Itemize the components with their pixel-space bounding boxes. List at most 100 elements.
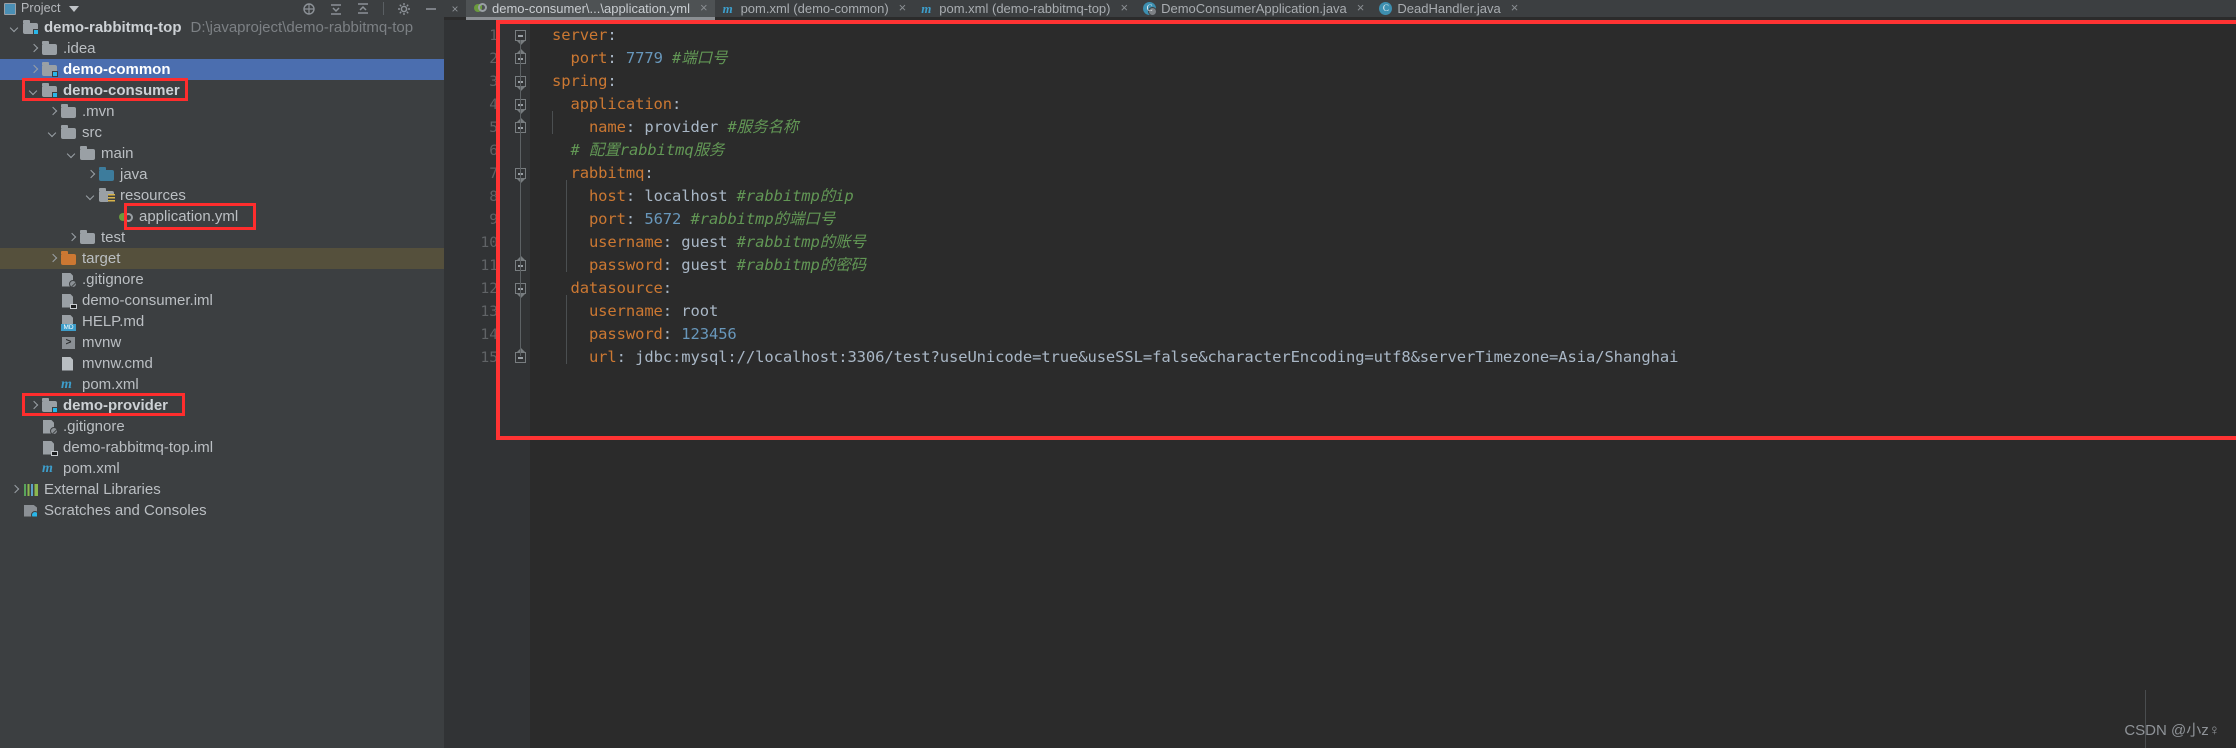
code-token: provider — [644, 118, 719, 136]
chevron-down-icon[interactable] — [27, 84, 40, 97]
tree-item-demo-rabbitmq-top-iml[interactable]: demo-rabbitmq-top.iml — [0, 437, 444, 458]
close-icon[interactable]: × — [1357, 0, 1365, 15]
editor-tab-1[interactable]: demo-consumer\...\application.yml × — [466, 0, 715, 17]
tree-item-label: .gitignore — [63, 418, 125, 435]
tree-item-java[interactable]: java — [0, 164, 444, 185]
tree-item-demo-consumer-iml[interactable]: demo-consumer.iml — [0, 290, 444, 311]
tree-item-pom-xml[interactable]: m pom.xml — [0, 374, 444, 395]
chevron-down-icon[interactable] — [84, 189, 97, 202]
tree-item-demo-provider[interactable]: demo-provider — [0, 395, 444, 416]
gear-icon[interactable] — [397, 2, 411, 16]
code-line-14[interactable]: password: 123456 — [552, 323, 737, 346]
tree-item-mvnw-cmd[interactable]: mvnw.cmd — [0, 353, 444, 374]
tree-item-pom-xml[interactable]: m pom.xml — [0, 458, 444, 479]
tree-item-test[interactable]: test — [0, 227, 444, 248]
chevron-right-icon[interactable] — [65, 231, 78, 244]
maven-file-icon: m — [61, 376, 72, 392]
code-line-7[interactable]: rabbitmq: — [552, 162, 654, 185]
tree-item-demo-consumer[interactable]: demo-consumer — [0, 80, 444, 101]
tree-item-idea[interactable]: .idea — [0, 38, 444, 59]
chevron-right-icon[interactable] — [84, 168, 97, 181]
tree-item-src[interactable]: src — [0, 122, 444, 143]
code-content[interactable]: server: port: 7779 #端口号 spring: applicati… — [530, 20, 2236, 748]
code-line-1[interactable]: server: — [552, 24, 617, 47]
tree-item-label: pom.xml — [63, 460, 120, 477]
expand-all-icon[interactable] — [356, 2, 370, 16]
tree-item-main[interactable]: main — [0, 143, 444, 164]
code-line-15[interactable]: url: jdbc:mysql://localhost:3306/test?us… — [552, 346, 1678, 369]
code-line-2[interactable]: port: 7779 #端口号 — [552, 47, 727, 70]
tree-item-scratches-and-consoles[interactable]: Scratches and Consoles — [0, 500, 444, 521]
locate-icon[interactable] — [302, 2, 316, 16]
code-line-8[interactable]: host: localhost #rabbitmp的ip — [552, 185, 854, 208]
code-editor[interactable]: 1 2 3 4 5 6 7 8 9 10 11 12 13 14 15 server: port: 7779… — [444, 20, 2236, 748]
tree-item-demo-rabbitmq-top[interactable]: demo-rabbitmq-top D:\javaproject\demo-rab… — [0, 17, 444, 38]
code-token: : — [607, 49, 626, 67]
chevron-right-icon[interactable] — [46, 105, 59, 118]
code-token: : — [625, 118, 645, 136]
code-line-10[interactable]: username: guest #rabbitmp的账号 — [552, 231, 866, 254]
chevron-down-icon[interactable] — [65, 147, 78, 160]
close-icon[interactable]: × — [1511, 0, 1519, 15]
code-token: username — [588, 302, 663, 320]
project-tree[interactable]: demo-rabbitmq-top D:\javaproject\demo-rab… — [0, 17, 444, 748]
editor-area: × demo-consumer\...\application.yml × m pom… — [444, 0, 2236, 748]
tree-item-help-md[interactable]: MD HELP.md — [0, 311, 444, 332]
code-folding-strip[interactable] — [508, 20, 530, 748]
close-icon[interactable]: × — [1120, 0, 1128, 15]
chevron-down-icon[interactable] — [8, 21, 21, 34]
tree-item-resources[interactable]: resources — [0, 185, 444, 206]
close-icon[interactable]: × — [899, 0, 907, 15]
module-folder-icon — [42, 398, 58, 414]
editor-tab-5[interactable]: DeadHandler.java × — [1371, 0, 1525, 17]
chevron-right-icon[interactable] — [46, 252, 59, 265]
chevron-right-icon[interactable] — [27, 42, 40, 55]
chevron-right-icon[interactable] — [27, 399, 40, 412]
code-line-5[interactable]: name: provider #服务名称 — [552, 116, 798, 139]
chevron-down-icon[interactable] — [68, 5, 79, 12]
scratches-icon — [23, 503, 39, 519]
chevron-right-icon[interactable] — [27, 63, 40, 76]
close-icon[interactable]: × — [444, 0, 466, 17]
code-token: : — [662, 279, 673, 297]
tree-item-gitignore[interactable]: .gitignore — [0, 416, 444, 437]
code-line-9[interactable]: port: 5672 #rabbitmp的端口号 — [552, 208, 835, 231]
editor-tab-2[interactable]: m pom.xml (demo-common) × — [715, 0, 914, 17]
code-line-12[interactable]: datasource: — [552, 277, 672, 300]
code-token: : — [644, 164, 654, 182]
tree-item-label: src — [82, 124, 102, 141]
tree-item-gitignore[interactable]: .gitignore — [0, 269, 444, 290]
line-number: 5 — [489, 120, 498, 136]
chevron-down-icon[interactable] — [46, 126, 59, 139]
line-number: 11 — [480, 258, 498, 274]
tree-item-application-yml[interactable]: application.yml — [0, 206, 444, 227]
chevron-right-icon[interactable] — [8, 483, 21, 496]
tree-item-external-libraries[interactable]: External Libraries — [0, 479, 444, 500]
code-token: : — [607, 72, 617, 90]
tree-item-label: demo-consumer.iml — [82, 292, 213, 309]
tree-item-target[interactable]: target — [0, 248, 444, 269]
editor-tab-4[interactable]: DemoConsumerApplication.java × — [1135, 0, 1371, 17]
minimize-icon[interactable] — [424, 2, 438, 16]
code-token: : — [616, 348, 636, 366]
tree-item-mvn[interactable]: .mvn — [0, 101, 444, 122]
editor-tab-bar[interactable]: × demo-consumer\...\application.yml × m pom… — [444, 0, 2236, 17]
code-token: #rabbitmp的账号 — [736, 233, 866, 251]
tree-item-demo-common[interactable]: demo-common — [0, 59, 444, 80]
tree-item-mvnw[interactable]: > mvnw — [0, 332, 444, 353]
collapse-all-icon[interactable] — [329, 2, 343, 16]
close-icon[interactable]: × — [700, 0, 708, 15]
code-line-6[interactable]: # 配置rabbitmq服务 — [552, 139, 724, 162]
code-line-4[interactable]: application: — [552, 93, 681, 116]
editor-tab-3[interactable]: m pom.xml (demo-rabbitmq-top) × — [913, 0, 1135, 17]
code-line-11[interactable]: password: guest #rabbitmp的密码 — [552, 254, 866, 277]
line-number: 6 — [489, 143, 498, 159]
gitignore-file-icon — [42, 419, 58, 435]
tree-item-label: demo-common — [63, 61, 171, 78]
code-line-13[interactable]: username: root — [552, 300, 718, 323]
code-line-3[interactable]: spring: — [552, 70, 617, 93]
